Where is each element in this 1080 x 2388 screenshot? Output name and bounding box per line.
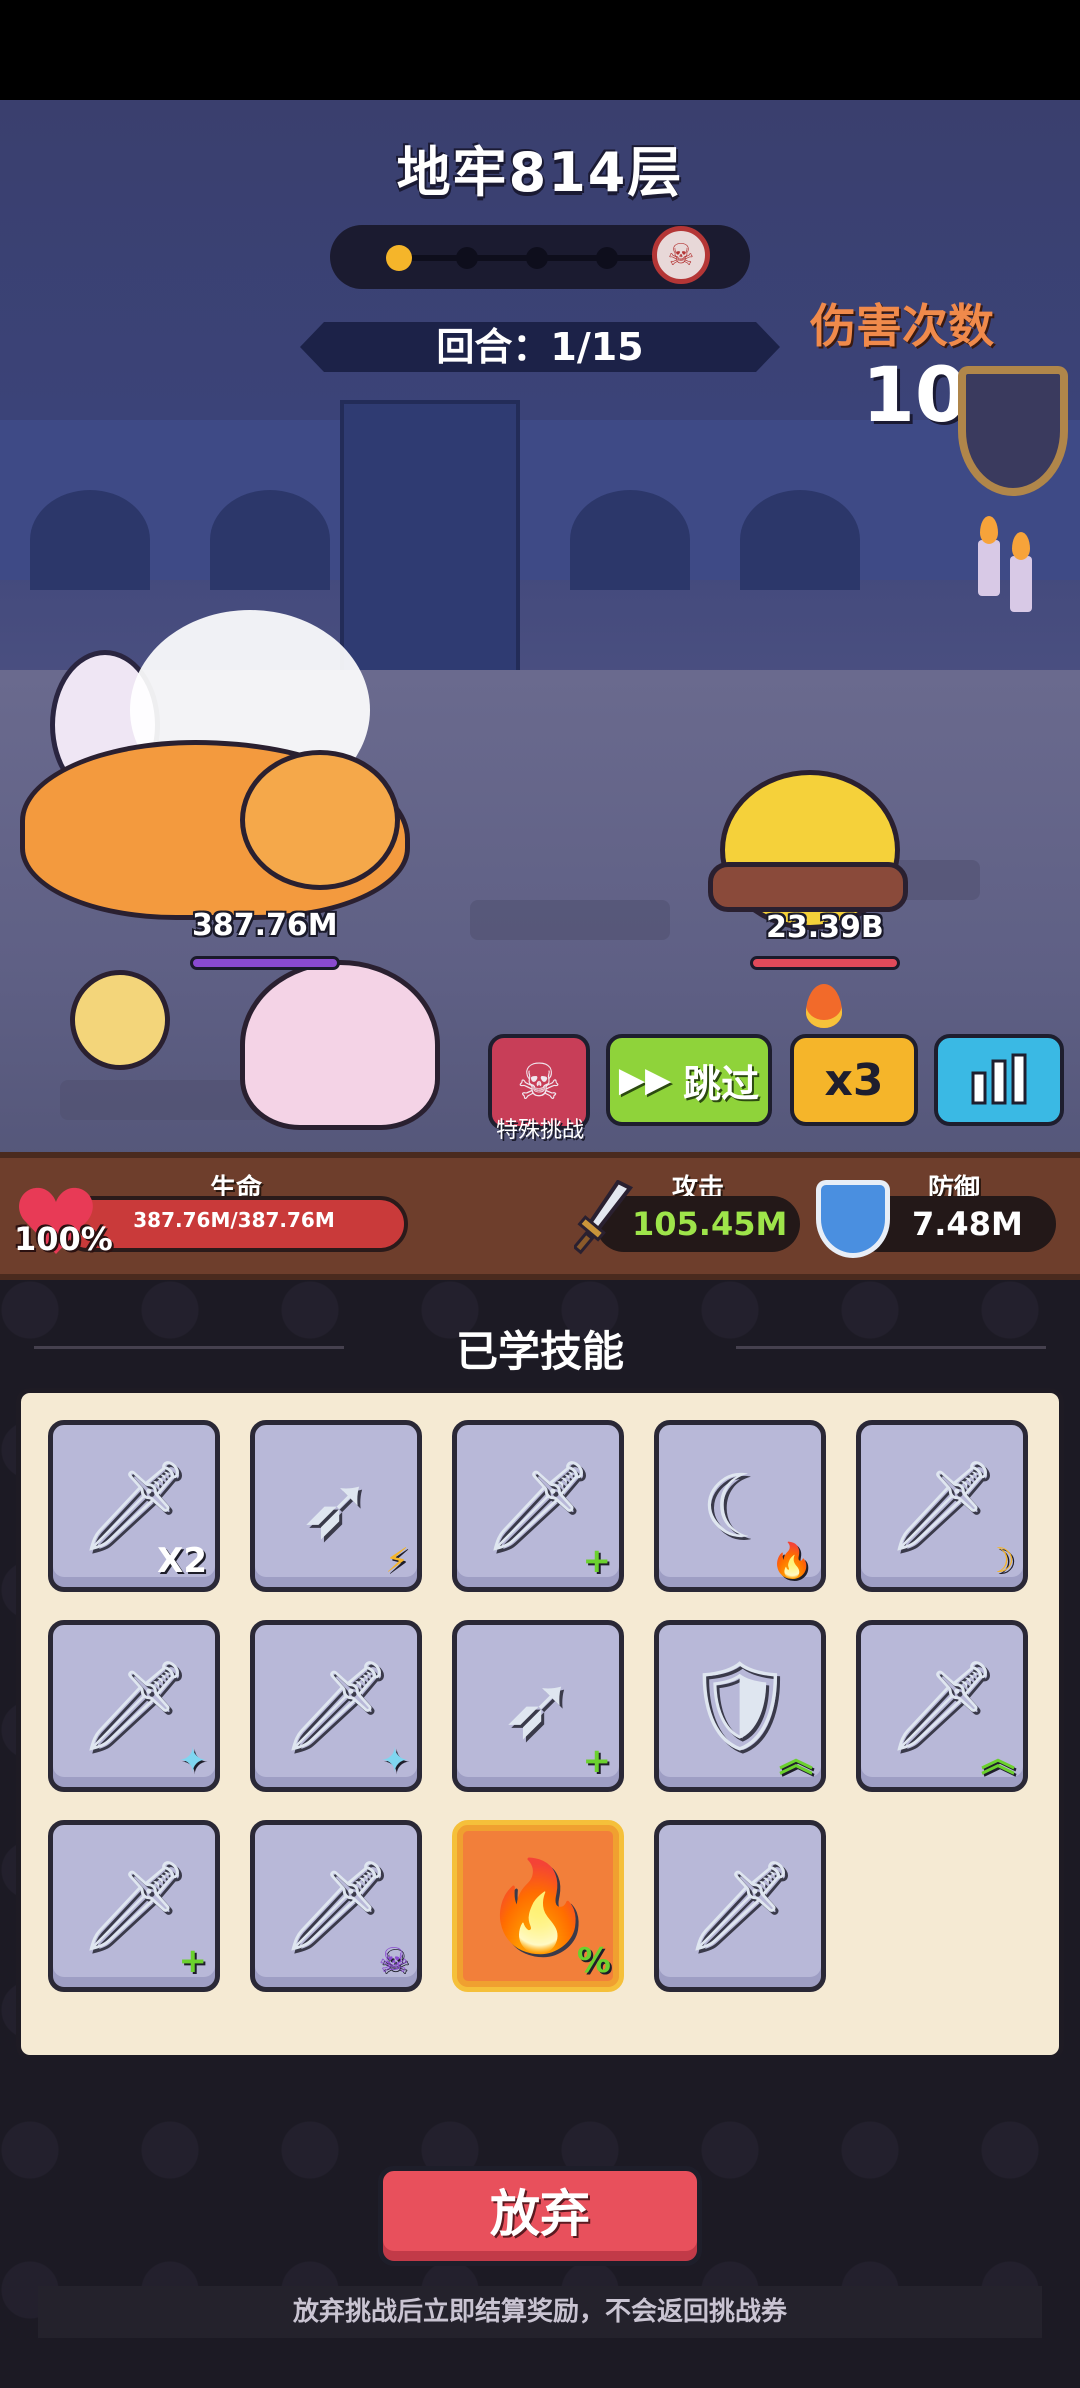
crescent-icon: ☾ (700, 1454, 780, 1558)
wall-shield-icon (958, 366, 1068, 496)
learned-skills-title: 已学技能 (455, 1327, 624, 1376)
candle-icon (978, 540, 1000, 596)
skill-slot[interactable]: 🗡 (654, 1820, 826, 1992)
dragon-pet (240, 960, 440, 1130)
special-challenge-label: 特殊挑战 (495, 1118, 584, 1143)
dungeon-level-title: 地牢814层 (396, 141, 684, 204)
dungeon-wall (0, 420, 1080, 580)
abandon-notice: 放弃挑战后立即结算奖励，不会返回挑战券 (38, 2286, 1042, 2338)
abandon-button[interactable]: 放弃 (378, 2166, 702, 2266)
arch (740, 490, 860, 590)
kunai-icon: ➶ (501, 1654, 575, 1758)
flame-sword-icon: 🗡 (886, 1454, 998, 1557)
skill-slot[interactable]: 🗡 ☠ (250, 1820, 422, 1992)
player-hp-text: 387.76M (192, 908, 338, 943)
round-counter: 回合：1/15 (300, 322, 780, 372)
sword-icon (574, 1180, 634, 1255)
skill-badge: ✦ (380, 1741, 410, 1781)
enemy-hp-bar (750, 956, 900, 970)
skill-badge: + (582, 1741, 612, 1781)
skill-slot[interactable]: 🗡 X2 (48, 1420, 220, 1592)
wooden-club (708, 862, 908, 912)
arch (210, 490, 330, 590)
progress-dot-current (386, 245, 412, 271)
skill-badge: ︽ (981, 1740, 1015, 1780)
skill-badge: X2 (157, 1541, 207, 1581)
skill-slot[interactable]: 🗡 + (48, 1820, 220, 1992)
player-hp-bar (190, 956, 340, 970)
skill-slot[interactable]: ➶ ⚡ (250, 1420, 422, 1592)
fast-forward-icon: ▶▶ (618, 1060, 672, 1100)
enemy-hp-text: 23.39B (766, 910, 884, 945)
progress-dot (526, 247, 548, 269)
skill-slot[interactable]: ➶ + (452, 1620, 624, 1792)
candle-icon (1010, 556, 1032, 612)
speed-x3-button[interactable]: x3 (790, 1034, 918, 1126)
bar-chart-icon (971, 1053, 1027, 1105)
arch (30, 490, 150, 590)
skill-badge: ✦ (178, 1741, 208, 1781)
sword-icon: 🗡 (280, 1854, 392, 1957)
skill-slot[interactable]: 🗡 ✦ (48, 1620, 220, 1792)
skill-badge: + (582, 1541, 612, 1581)
kunai-icon: ➶ (299, 1454, 373, 1558)
skill-slot[interactable]: 🗡 ✦ (250, 1620, 422, 1792)
skill-slot[interactable]: 🛡 ︽ (654, 1620, 826, 1792)
ice-sword-icon: 🗡 (684, 1854, 796, 1957)
progress-dot (456, 247, 478, 269)
skill-slot[interactable]: 🔥% (452, 1820, 624, 1992)
skill-badge: + (178, 1941, 208, 1981)
skip-button-label: 跳过 (683, 1061, 760, 1106)
flame-sword-icon: 🗡 (78, 1654, 190, 1757)
skill-badge: ︽ (779, 1740, 813, 1780)
skill-badge: 🔥 (770, 1541, 813, 1581)
skill-badge: ☠ (378, 1941, 409, 1981)
sword-icon: 🗡 (280, 1654, 392, 1757)
skill-slot[interactable]: 🗡 ︽ (856, 1620, 1028, 1792)
damage-count: 10 (862, 350, 968, 439)
progress-dot (596, 247, 618, 269)
boss-skull-icon: ☠ (652, 226, 710, 284)
shield-icon (816, 1180, 890, 1258)
skill-badge: ⚡ (385, 1541, 409, 1581)
tiger-head (240, 750, 400, 890)
skull-icon: ☠ (516, 1053, 562, 1111)
skip-button[interactable]: ▶▶ 跳过 (606, 1034, 772, 1126)
skill-slot[interactable]: 🗡 ☽ (856, 1420, 1028, 1592)
skill-slot[interactable]: ☾ 🔥 (654, 1420, 826, 1592)
status-bar (0, 0, 1080, 100)
damage-count-label: 伤害次数 (810, 299, 994, 353)
sword-icon: 🗡 (78, 1854, 190, 1957)
skill-badge: % (576, 1941, 611, 1981)
pillar (340, 400, 520, 700)
hp-percent: 100% (14, 1220, 113, 1258)
battle-stats-button[interactable] (934, 1034, 1064, 1126)
mouse-pet (70, 970, 170, 1070)
skill-badge: ☽ (984, 1541, 1015, 1581)
arch (570, 490, 690, 590)
flame-sword-icon: 🗡 (482, 1454, 594, 1557)
skill-slot[interactable]: 🗡 + (452, 1420, 624, 1592)
